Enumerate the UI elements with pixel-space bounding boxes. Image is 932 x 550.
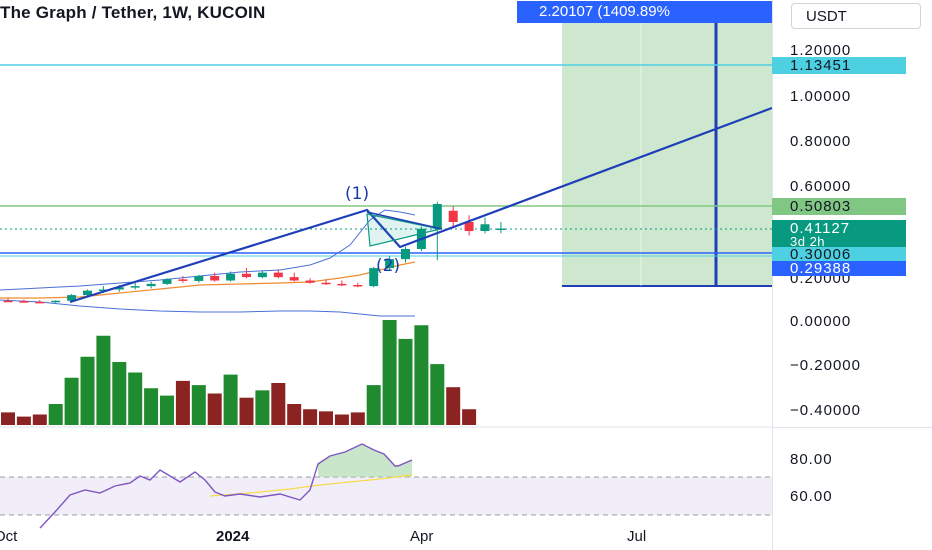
rsi-band-background	[0, 477, 772, 515]
lower-band-line	[0, 299, 415, 317]
volume-bar	[319, 411, 333, 425]
currency-button[interactable]: USDT	[791, 3, 921, 29]
volume-bar	[112, 362, 127, 425]
candle-up[interactable]	[432, 204, 442, 229]
pane-separator-axis	[772, 427, 932, 428]
time-label-oct: Oct	[0, 528, 18, 545]
resistance-price-badge: 0.50803	[772, 198, 906, 215]
candle-down[interactable]	[210, 276, 220, 281]
price-tick-neg-0-40: −0.40000	[790, 402, 861, 419]
price-tick-0-60: 0.60000	[790, 178, 852, 195]
volume-bar	[160, 395, 174, 425]
volume-bar	[462, 409, 477, 425]
upper-band-line	[0, 209, 416, 291]
candle-down[interactable]	[337, 283, 347, 286]
volume-bar	[16, 416, 31, 425]
time-label-apr: Apr	[410, 528, 434, 545]
volume-bar	[287, 404, 302, 425]
candle-up[interactable]	[257, 272, 267, 278]
measure-label: 2.20107 (1409.89%	[517, 1, 772, 23]
chart-area[interactable]: The Graph / Tether, 1W, KUCOIN 2.20107 (…	[0, 0, 772, 550]
target-price-badge: 1.13451	[772, 57, 906, 74]
volume-bar	[382, 320, 397, 425]
volume-bar	[271, 383, 286, 425]
measure-zone[interactable]	[562, 15, 772, 286]
candle-up[interactable]	[496, 228, 506, 231]
wave-1-label: (1)	[345, 184, 370, 204]
volume-histogram	[1, 320, 477, 425]
candle-down[interactable]	[35, 301, 45, 304]
candle-down[interactable]	[178, 279, 188, 281]
candle-down[interactable]	[305, 280, 315, 283]
candle-up[interactable]	[51, 300, 61, 303]
volume-bar	[207, 393, 222, 425]
candle-down[interactable]	[242, 273, 251, 278]
candle-down[interactable]	[448, 210, 458, 222]
wave-2-label: (2)	[376, 256, 401, 276]
candle-down[interactable]	[289, 277, 299, 281]
volume-bar	[80, 356, 95, 425]
volume-bar	[430, 364, 445, 425]
pennant-triangle[interactable]	[366, 213, 441, 247]
volume-bar	[334, 414, 349, 425]
volume-bar	[303, 409, 318, 425]
candle-down[interactable]	[19, 301, 29, 303]
volume-bar	[366, 385, 381, 425]
volume-bar	[239, 397, 254, 425]
price-tick-neg-0-20: −0.20000	[790, 357, 861, 374]
last-price-badge: 0.41127 3d 2h	[772, 220, 906, 248]
volume-bar	[128, 372, 143, 425]
volume-bar	[446, 387, 461, 425]
moving-average-line	[0, 261, 416, 299]
volume-bar	[223, 374, 238, 425]
volume-bar	[350, 412, 365, 425]
candle-up[interactable]	[480, 224, 490, 231]
candle-up[interactable]	[146, 283, 156, 287]
rsi-overbought-fill	[318, 444, 412, 477]
volume-bar	[48, 404, 63, 425]
volume-bar	[175, 380, 190, 425]
candle-up[interactable]	[83, 290, 92, 296]
candle-up[interactable]	[162, 279, 172, 284]
volume-bar	[414, 325, 429, 425]
price-tick-0-00: 0.00000	[790, 313, 852, 330]
rsi-tick-80: 80.00	[790, 451, 833, 468]
candle-up[interactable]	[194, 276, 204, 281]
volume-bar	[191, 385, 206, 425]
time-label-jul: Jul	[627, 528, 647, 545]
rsi-tick-60: 60.00	[790, 488, 833, 505]
volume-bar	[255, 390, 270, 425]
candle-up[interactable]	[226, 273, 236, 281]
symbol-title[interactable]: The Graph / Tether, 1W, KUCOIN	[0, 3, 270, 23]
volume-bar	[64, 377, 79, 425]
candle-down[interactable]	[321, 282, 331, 285]
volume-bar	[144, 388, 159, 425]
volume-bar	[1, 412, 15, 425]
candle-up[interactable]	[401, 249, 410, 260]
price-tick-1-00: 1.00000	[790, 88, 852, 105]
volume-bar	[398, 338, 413, 425]
volume-bar	[96, 335, 111, 425]
candle-down[interactable]	[353, 285, 363, 287]
time-label-2024: 2024	[216, 528, 250, 545]
volume-bar	[32, 414, 47, 425]
price-tick-0-80: 0.80000	[790, 133, 852, 150]
candle-down[interactable]	[3, 300, 13, 303]
candle-up[interactable]	[130, 286, 140, 288]
candle-down[interactable]	[273, 272, 283, 278]
low-price-badge: 0.29388	[772, 261, 906, 276]
